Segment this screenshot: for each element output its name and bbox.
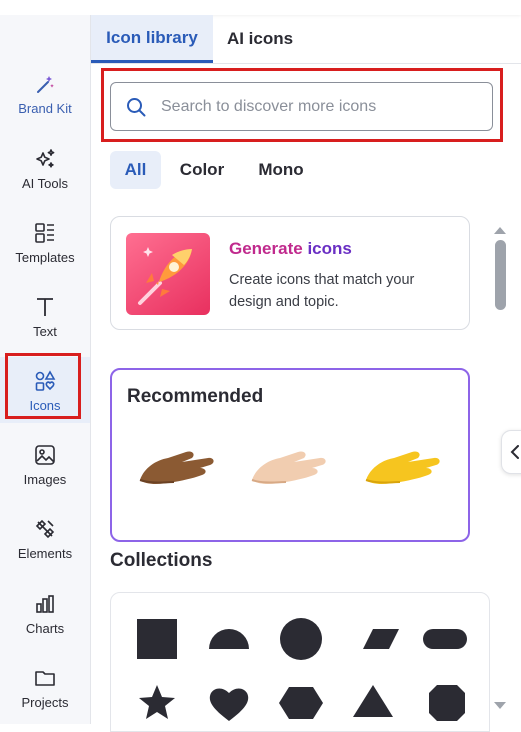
sidebar-item-label: Charts (25, 620, 65, 636)
tab-bar: Icon library AI icons (91, 15, 521, 64)
chevron-left-icon (510, 445, 520, 459)
sparkles-icon (32, 146, 58, 172)
templates-icon (32, 220, 58, 246)
generate-icons-card[interactable]: Generate icons Create icons that match y… (110, 216, 470, 330)
elements-icon (32, 516, 58, 542)
sidebar-item-label: Templates (15, 249, 75, 265)
parallelogram-shape (363, 629, 399, 649)
sidebar-item-elements[interactable]: Elements (0, 505, 90, 571)
scroll-down-arrow-icon[interactable] (493, 698, 507, 716)
hand-icon-yellow[interactable] (360, 432, 450, 492)
magic-wand-icon (32, 71, 58, 97)
sidebar-item-label: Icons (29, 397, 61, 413)
scrollbar-thumb[interactable] (495, 240, 506, 310)
text-t-icon (32, 294, 58, 320)
heart-shape (209, 688, 249, 721)
sidebar-item-images[interactable]: Images (0, 431, 90, 497)
collapse-panel-button[interactable] (501, 430, 521, 474)
recommended-title: Recommended (127, 386, 264, 407)
filter-all[interactable]: All (110, 151, 161, 189)
shapes-icon (32, 368, 58, 394)
sidebar-item-label: Projects (21, 694, 69, 710)
rocket-thumbnail (126, 233, 210, 315)
sidebar-item-ai-tools[interactable]: AI Tools (0, 135, 90, 201)
sidebar-item-label: Brand Kit (18, 100, 72, 116)
sidebar-item-label: AI Tools (21, 175, 68, 191)
filter-color[interactable]: Color (172, 151, 232, 189)
collections-title: Collections (110, 550, 213, 571)
triangle-shape (353, 685, 393, 717)
image-icon (32, 442, 58, 468)
filter-mono[interactable]: Mono (250, 151, 312, 189)
generate-icons-title: Generate icons (229, 239, 352, 258)
tab-icon-library[interactable]: Icon library (91, 15, 213, 63)
generate-icons-description: Create icons that match your design and … (229, 272, 415, 310)
scroll-up-arrow-icon[interactable] (493, 222, 507, 240)
pill-shape (423, 629, 467, 649)
folder-icon (32, 665, 58, 691)
star-shape (139, 685, 175, 719)
sidebar-item-brand-kit[interactable]: Brand Kit (0, 60, 90, 126)
search-icon (125, 96, 147, 118)
sidebar-item-templates[interactable]: Templates (0, 209, 90, 275)
octagon-shape (429, 685, 465, 721)
collections-card (110, 592, 490, 732)
semicircle-shape (209, 629, 249, 649)
square-shape (137, 619, 177, 659)
circle-shape (280, 618, 322, 660)
top-bar (0, 0, 521, 15)
hand-icon-light[interactable] (246, 432, 336, 492)
sidebar: Brand Kit AI Tools Templates Text Icons … (0, 15, 91, 724)
tab-ai-icons[interactable]: AI icons (213, 15, 307, 63)
recommended-card: Recommended (110, 368, 470, 542)
sidebar-item-label: Images (23, 471, 67, 487)
search-input[interactable] (159, 96, 492, 117)
sidebar-item-text[interactable]: Text (0, 283, 90, 349)
sidebar-item-label: Text (33, 323, 57, 339)
sidebar-item-projects[interactable]: Projects (0, 654, 90, 720)
hand-icon-dark[interactable] (134, 432, 224, 492)
sidebar-item-charts[interactable]: Charts (0, 580, 90, 646)
bar-chart-icon (32, 591, 58, 617)
sidebar-item-icons[interactable]: Icons (0, 357, 90, 423)
hexagon-shape (279, 687, 323, 719)
sidebar-item-label: Elements (17, 545, 73, 561)
search-field[interactable] (110, 82, 493, 131)
